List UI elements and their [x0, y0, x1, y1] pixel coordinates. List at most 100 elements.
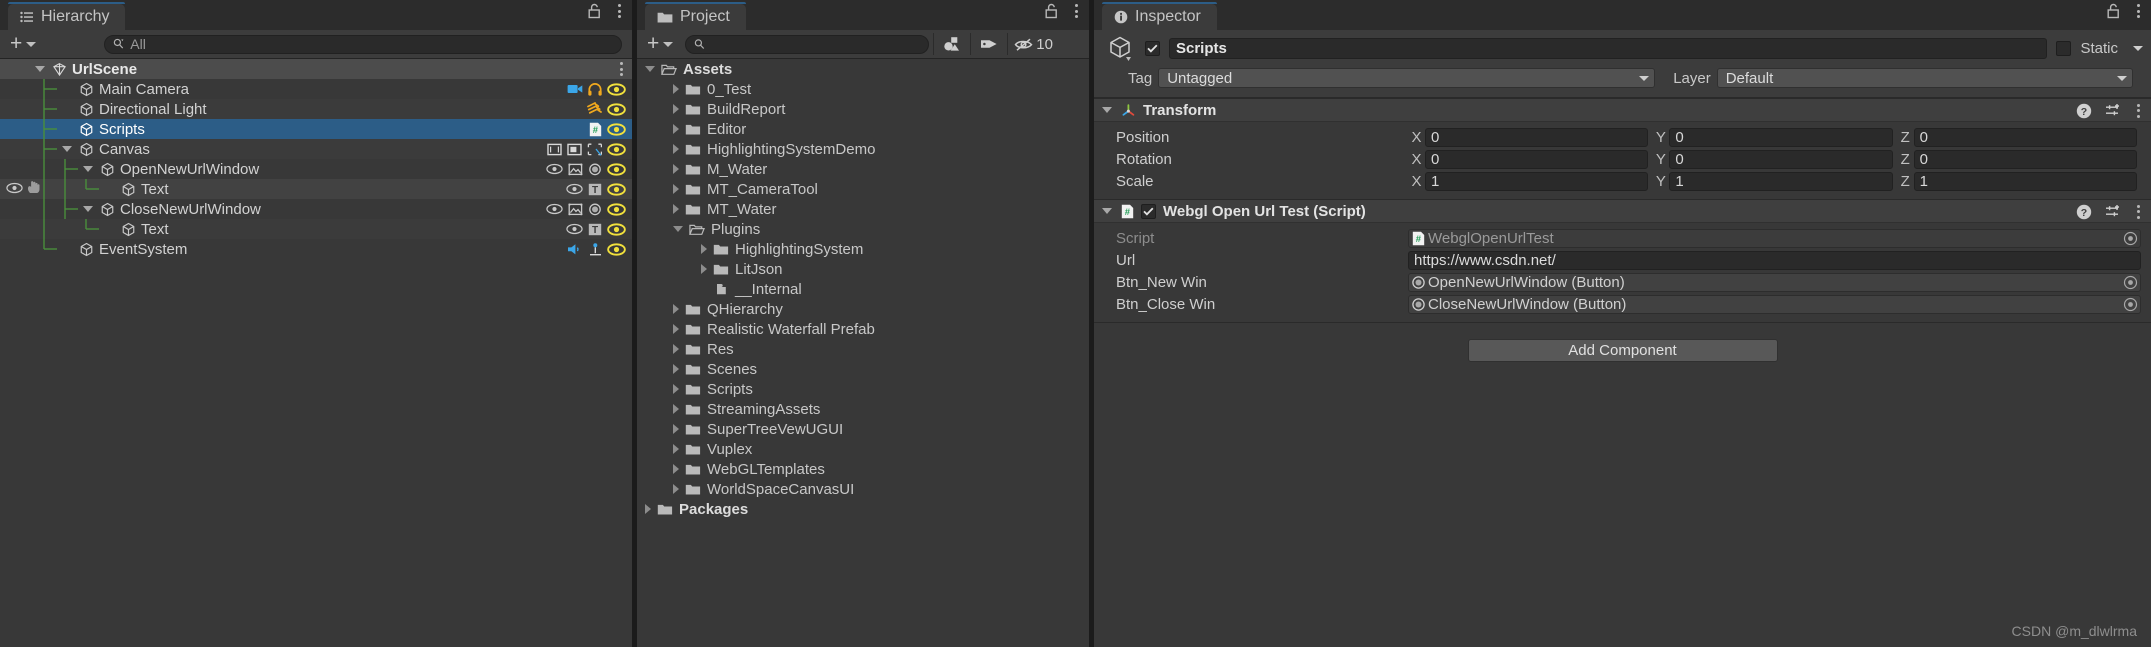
collapse-triangle-icon[interactable] — [645, 66, 655, 72]
expand-triangle-icon[interactable] — [673, 204, 679, 214]
kebab-menu-icon[interactable] — [1072, 4, 1081, 18]
hierarchy-row[interactable]: Text T — [0, 179, 632, 199]
expand-triangle-icon[interactable] — [673, 124, 679, 134]
project-search-input[interactable] — [685, 34, 930, 54]
help-icon[interactable]: ? — [2076, 103, 2092, 119]
text-icon[interactable]: T — [588, 183, 602, 196]
lock-open-icon[interactable] — [2106, 3, 2120, 19]
preset-icon[interactable] — [2105, 103, 2121, 119]
expand-triangle-icon[interactable] — [673, 404, 679, 414]
expand-triangle-icon[interactable] — [673, 364, 679, 374]
project-row[interactable]: Scripts — [637, 379, 1089, 399]
lock-open-icon[interactable] — [1044, 3, 1058, 19]
hierarchy-row[interactable]: EventSystem — [0, 239, 632, 259]
project-row[interactable]: QHierarchy — [637, 299, 1089, 319]
position-z-input[interactable]: 0 — [1913, 127, 2137, 147]
text-icon[interactable]: T — [588, 223, 602, 236]
hierarchy-row[interactable]: Text T — [0, 219, 632, 239]
rotation-x-input[interactable]: 0 — [1425, 149, 1649, 169]
eye-icon[interactable] — [607, 202, 626, 216]
kebab-menu-icon[interactable] — [617, 62, 626, 76]
hierarchy-row[interactable]: Main Camera — [0, 79, 632, 99]
collapse-triangle-icon[interactable] — [1102, 107, 1112, 113]
project-tree[interactable]: Assets 0_Test BuildReport Editor Highlightin… — [637, 59, 1089, 647]
hierarchy-tree[interactable]: UrlScene Main Camera Directional Light S… — [0, 59, 632, 647]
project-row[interactable]: LitJson — [637, 259, 1089, 279]
help-icon[interactable]: ? — [2076, 204, 2092, 220]
project-row[interactable]: StreamingAssets — [637, 399, 1089, 419]
expand-triangle-icon[interactable] — [673, 464, 679, 474]
eye-icon[interactable] — [607, 142, 626, 156]
label-filter-icon[interactable] — [971, 37, 1007, 51]
row-component-icons[interactable]: # — [589, 119, 626, 139]
expand-triangle-icon[interactable] — [645, 504, 651, 514]
static-dropdown-chevron-icon[interactable] — [2133, 45, 2143, 51]
canvas-scaler-icon[interactable] — [567, 143, 582, 156]
eye-outline-icon[interactable] — [546, 203, 563, 215]
audio-listener-icon[interactable] — [588, 82, 602, 96]
kebab-menu-icon[interactable] — [615, 4, 624, 18]
expand-triangle-icon[interactable] — [673, 324, 679, 334]
project-row[interactable]: Res — [637, 339, 1089, 359]
expand-triangle-icon[interactable] — [673, 184, 679, 194]
add-component-button[interactable]: Add Component — [1467, 339, 1778, 362]
lock-open-icon[interactable] — [587, 3, 601, 19]
scale-x-input[interactable]: 1 — [1425, 171, 1649, 191]
row-component-icons[interactable]: T — [566, 219, 626, 239]
eye-outline-icon[interactable] — [546, 163, 563, 175]
hierarchy-row[interactable]: UrlScene — [0, 59, 632, 79]
row-component-icons[interactable] — [546, 199, 626, 219]
scale-y-input[interactable]: 1 — [1669, 171, 1893, 191]
expand-triangle-icon[interactable] — [701, 244, 707, 254]
rotation-z-input[interactable]: 0 — [1913, 149, 2137, 169]
expand-triangle-icon[interactable] — [701, 264, 707, 274]
gameobject-cube-icon[interactable] — [1106, 33, 1136, 63]
project-row[interactable]: Scenes — [637, 359, 1089, 379]
object-picker-icon[interactable] — [2123, 275, 2138, 290]
component-enabled-checkbox[interactable] — [1141, 203, 1156, 219]
project-row[interactable]: HighlightingSystem — [637, 239, 1089, 259]
row-component-icons[interactable]: T — [566, 179, 626, 199]
static-checkbox[interactable] — [2056, 40, 2072, 56]
tab-project[interactable]: Project — [645, 2, 746, 30]
expand-triangle-icon[interactable] — [673, 424, 679, 434]
project-row[interactable]: WorldSpaceCanvasUI — [637, 479, 1089, 499]
preset-icon[interactable] — [2105, 204, 2121, 220]
tab-hierarchy[interactable]: Hierarchy — [8, 2, 126, 30]
object-filter-icon[interactable] — [934, 36, 970, 52]
project-row[interactable]: HighlightingSystemDemo — [637, 139, 1089, 159]
expand-triangle-icon[interactable] — [673, 484, 679, 494]
rotation-y-input[interactable]: 0 — [1669, 149, 1893, 169]
hierarchy-search-input[interactable]: All — [104, 34, 622, 54]
position-y-input[interactable]: 0 — [1669, 127, 1893, 147]
input-module-icon[interactable] — [589, 242, 602, 256]
project-row[interactable]: MT_CameraTool — [637, 179, 1089, 199]
gameobject-name-field[interactable]: Scripts — [1169, 37, 2048, 59]
graphic-raycaster-icon[interactable] — [587, 143, 602, 156]
create-gameobject-button[interactable]: + — [6, 33, 44, 54]
object-picker-icon[interactable] — [2123, 231, 2138, 246]
btn-new-win-field[interactable]: OpenNewUrlWindow (Button) — [1408, 272, 2141, 292]
row-component-icons[interactable] — [567, 79, 626, 99]
collapse-triangle-icon[interactable] — [1102, 208, 1112, 214]
expand-triangle-icon[interactable] — [673, 144, 679, 154]
collapse-triangle-icon[interactable] — [673, 226, 683, 232]
expand-triangle-icon[interactable] — [673, 444, 679, 454]
project-row[interactable]: Editor — [637, 119, 1089, 139]
expand-triangle-icon[interactable] — [673, 304, 679, 314]
project-row[interactable]: Assets — [637, 59, 1089, 79]
project-row[interactable]: Realistic Waterfall Prefab — [637, 319, 1089, 339]
hierarchy-row[interactable]: Directional Light — [0, 99, 632, 119]
hierarchy-row[interactable]: Canvas — [0, 139, 632, 159]
kebab-menu-icon[interactable] — [2134, 204, 2143, 219]
row-component-icons[interactable] — [567, 239, 626, 259]
hidden-packages-toggle[interactable]: 10 — [1008, 36, 1061, 53]
expand-triangle-icon[interactable] — [673, 344, 679, 354]
project-row[interactable]: Vuplex — [637, 439, 1089, 459]
create-asset-button[interactable]: + — [643, 33, 681, 54]
tag-dropdown[interactable]: Untagged — [1158, 68, 1656, 88]
project-row[interactable]: Plugins — [637, 219, 1089, 239]
project-row[interactable]: WebGLTemplates — [637, 459, 1089, 479]
eye-icon[interactable] — [607, 222, 626, 236]
image-icon[interactable] — [568, 163, 583, 176]
